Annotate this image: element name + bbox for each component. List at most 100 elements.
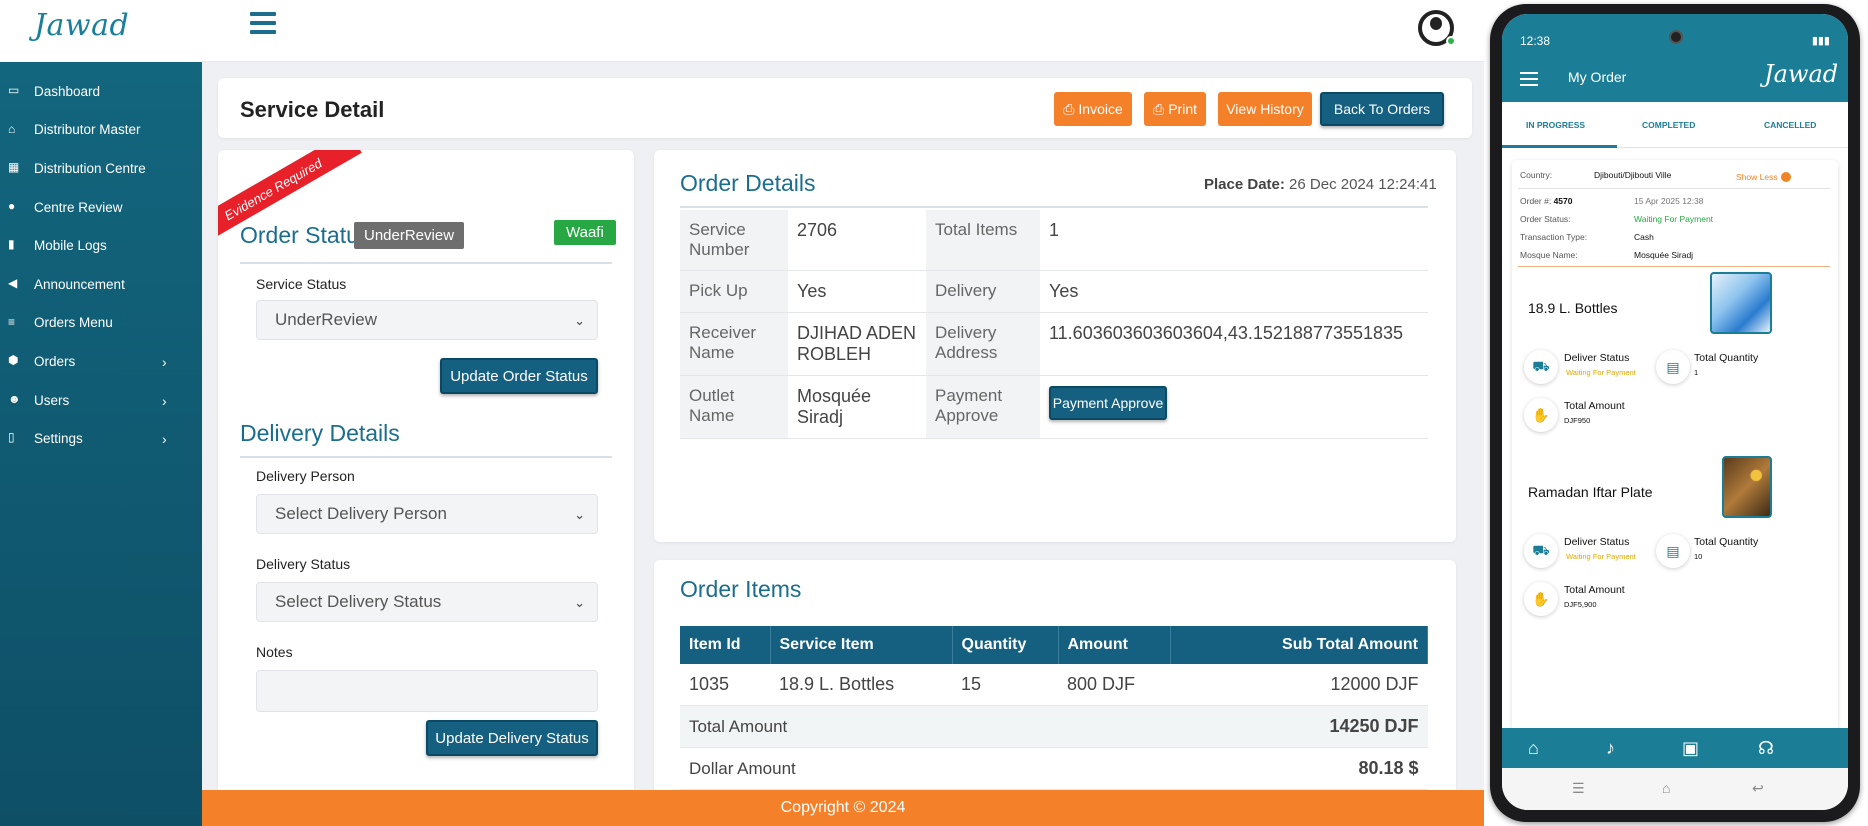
back-to-orders-button[interactable]: Back To Orders <box>1320 92 1444 126</box>
detail-row: Outlet Name Mosquée Siradj Payment Appro… <box>680 375 1428 439</box>
service-number-value: 2706 <box>788 210 926 271</box>
pickup-value: Yes <box>788 270 926 313</box>
dollar-amount-label: Dollar Amount <box>680 747 952 790</box>
top-bar: Jawad <box>0 0 1484 62</box>
delivery-details-title: Delivery Details <box>240 420 400 446</box>
sidebar-item-dashboard[interactable]: ▭ Dashboard <box>0 72 202 111</box>
service-status-select[interactable]: UnderReview ⌄ <box>256 300 598 340</box>
phone-app-bar: My Order Jawad <box>1502 54 1848 102</box>
tab-completed[interactable]: COMPLETED <box>1642 120 1695 130</box>
bell-icon[interactable]: ♪ <box>1606 738 1615 759</box>
dollar-amount-value: 80.18 $ <box>952 747 1428 790</box>
chevron-down-icon: ⌄ <box>574 313 585 328</box>
bag-icon[interactable]: ▣ <box>1682 738 1699 759</box>
comments-icon: ● <box>8 198 16 213</box>
invoice-button[interactable]: ⎙ Invoice <box>1054 92 1132 126</box>
online-status-dot <box>1446 36 1456 46</box>
users-icon: ☻ <box>8 391 21 406</box>
update-order-status-button[interactable]: Update Order Status <box>440 358 598 394</box>
sidebar-item-settings[interactable]: ▯ Settings › <box>0 419 202 458</box>
battery-icon: ▮▮▮ <box>1811 35 1830 47</box>
logo-area: Jawad <box>0 0 202 62</box>
column-header-quantity[interactable]: Quantity <box>952 626 1059 664</box>
total-quantity-label: Total Quantity <box>1694 536 1759 548</box>
sidebar-item-orders-menu[interactable]: ≡ Orders Menu <box>0 304 202 343</box>
print-button[interactable]: ⎙ Print <box>1144 92 1206 126</box>
sidebar-item-centre-review[interactable]: ● Centre Review <box>0 188 202 227</box>
total-quantity-label: Total Quantity <box>1694 352 1759 364</box>
total-amount-value: 14250 DJF <box>952 705 1428 748</box>
dollar-amount-row: Dollar Amount 80.18 $ <box>680 747 1428 790</box>
total-amount-label: Total Amount <box>1564 584 1625 596</box>
notes-textarea[interactable] <box>256 670 598 712</box>
order-date: 15 Apr 2025 12:38 <box>1634 196 1704 206</box>
delivery-address-value: 11.603603603603604,43.152188773551835 <box>1040 312 1428 376</box>
mosque-name-value: Mosquée Siradj <box>1634 250 1694 260</box>
home-button-icon[interactable]: ⌂ <box>1662 780 1670 796</box>
total-items-value: 1 <box>1040 210 1428 271</box>
sidebar-item-mobile-logs[interactable]: ▮ Mobile Logs <box>0 226 202 265</box>
total-amount-value: DJF950 <box>1564 416 1591 425</box>
column-header-item-id[interactable]: Item Id <box>680 626 771 664</box>
water-bottles-image <box>1710 272 1772 334</box>
column-header-service-item[interactable]: Service Item <box>770 626 953 664</box>
sidebar-item-distribution-centre[interactable]: ▦ Distribution Centre <box>0 149 202 188</box>
sidebar-item-distributor-master[interactable]: ⌂ Distributor Master <box>0 111 202 150</box>
payment-approve-label: Payment Approve <box>926 375 1040 439</box>
deliver-status-value: Waiting For Payment <box>1566 552 1636 561</box>
sidebar-item-announcement[interactable]: ◀ Announcement <box>0 265 202 304</box>
total-amount-row: Total Amount 14250 DJF <box>680 705 1428 748</box>
view-history-button[interactable]: View History <box>1218 92 1312 126</box>
order-details-table: Service Number 2706 Total Items 1 Pick U… <box>680 210 1428 439</box>
sidebar-item-orders[interactable]: ⬢ Orders › <box>0 342 202 381</box>
user-avatar[interactable] <box>1418 10 1456 46</box>
printer-icon: ⎙ <box>1063 100 1075 117</box>
grid-icon: ▦ <box>8 160 20 175</box>
hamburger-menu-icon[interactable] <box>1520 72 1538 90</box>
divider <box>240 262 612 264</box>
order-details-title: Order Details <box>680 170 816 196</box>
pickup-label: Pick Up <box>680 270 788 313</box>
detail-row: Pick Up Yes Delivery Yes <box>680 270 1428 313</box>
tab-in-progress[interactable]: IN PROGRESS <box>1526 120 1585 130</box>
chevron-right-icon: › <box>162 431 167 448</box>
show-less-toggle[interactable]: Show Less <box>1736 172 1791 182</box>
table-header-row: Item Id Service Item Quantity Amount Sub… <box>680 626 1428 664</box>
column-header-amount[interactable]: Amount <box>1058 626 1171 664</box>
receiver-name-label: Receiver Name <box>680 312 788 376</box>
order-number: Order #: 4570 <box>1520 196 1573 206</box>
cube-icon: ⬢ <box>8 353 19 368</box>
service-item-cell: 18.9 L. Bottles <box>770 664 952 706</box>
app-logo[interactable]: Jawad <box>34 6 129 48</box>
recent-apps-icon[interactable]: ☰ <box>1572 780 1585 797</box>
back-icon[interactable]: ↩ <box>1752 780 1764 797</box>
sidebar-item-users[interactable]: ☻ Users › <box>0 381 202 420</box>
home-icon[interactable]: ⌂ <box>1528 738 1539 759</box>
chevron-down-icon: ⌄ <box>574 595 585 610</box>
order-status-card: Evidence Required Order Status UnderRevi… <box>218 150 634 826</box>
divider <box>240 456 612 458</box>
receiver-name-value: DJIHAD ADEN ROBLEH <box>788 312 926 376</box>
payment-method-badge: Waafi <box>554 220 616 245</box>
headset-icon[interactable]: ☊ <box>1758 738 1774 759</box>
delivery-person-select[interactable]: Select Delivery Person ⌄ <box>256 494 598 534</box>
deliver-status-label: Deliver Status <box>1564 536 1630 548</box>
delivery-address-label: Delivery Address <box>926 312 1040 376</box>
subtotal-cell: 12000 DJF <box>1170 664 1428 706</box>
chevron-right-icon: › <box>162 354 167 371</box>
hamburger-menu-icon[interactable] <box>250 12 276 34</box>
mosque-name-label: Mosque Name: <box>1520 250 1578 260</box>
order-details-card: Order Details Place Date: 26 Dec 2024 12… <box>654 150 1456 542</box>
transaction-type-value: Cash <box>1634 232 1654 242</box>
payment-approve-button[interactable]: Payment Approve <box>1049 386 1167 420</box>
tab-cancelled[interactable]: CANCELLED <box>1764 120 1816 130</box>
page-title: Service Detail <box>240 97 385 122</box>
delivery-status-select[interactable]: Select Delivery Status ⌄ <box>256 582 598 622</box>
order-items-title: Order Items <box>680 576 802 602</box>
quantity-cell: 15 <box>952 664 1058 706</box>
column-header-subtotal[interactable]: Sub Total Amount <box>1170 626 1428 664</box>
service-status-label: Service Status <box>256 276 347 292</box>
delivery-label: Delivery <box>926 270 1040 313</box>
update-delivery-status-button[interactable]: Update Delivery Status <box>426 720 598 756</box>
delivery-value: Yes <box>1040 270 1428 313</box>
